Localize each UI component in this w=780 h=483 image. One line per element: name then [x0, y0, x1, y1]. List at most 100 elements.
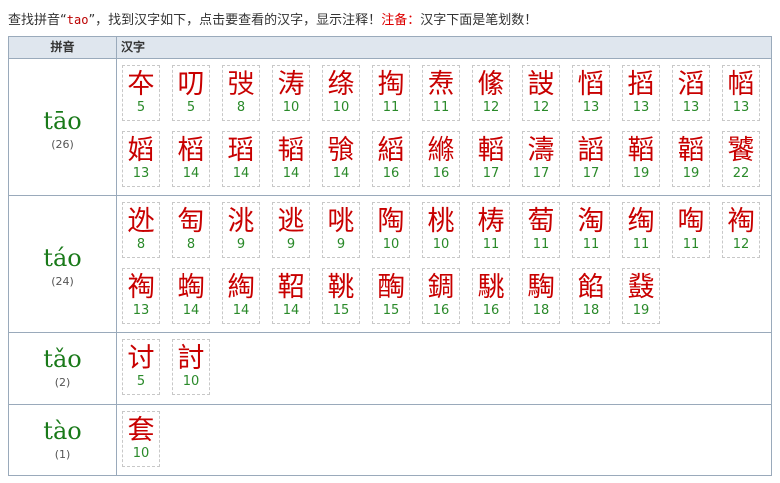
char-item[interactable]: 迯8 — [122, 202, 160, 258]
char-item[interactable]: 裪 12 — [722, 202, 760, 258]
char-item[interactable]: 陶 10 — [372, 202, 410, 258]
char-item[interactable]: 涛 10 — [272, 65, 310, 121]
stroke-count: 10 — [432, 237, 450, 252]
stroke-count: 16 — [382, 166, 400, 181]
stroke-count: 16 — [482, 303, 500, 318]
char-item[interactable]: 弢8 — [222, 65, 260, 121]
stroke-count: 10 — [332, 100, 350, 115]
char-item[interactable]: 淘 11 — [572, 202, 610, 258]
stroke-count: 12 — [482, 100, 500, 115]
char-glyph: 瑫 — [227, 135, 255, 166]
char-glyph: 絛 — [477, 69, 505, 100]
char-item[interactable]: 謟 17 — [572, 131, 610, 187]
char-item[interactable]: 鞀 14 — [272, 268, 310, 324]
char-item[interactable]: 桃 10 — [422, 202, 460, 258]
stroke-count: 11 — [632, 237, 650, 252]
char-item[interactable]: 绦 10 — [322, 65, 360, 121]
char-item[interactable]: 套 10 — [122, 411, 160, 467]
char-item[interactable]: 醄 15 — [372, 268, 410, 324]
stroke-count: 15 — [382, 303, 400, 318]
char-item[interactable]: 幍 13 — [722, 65, 760, 121]
char-glyph: 萄 — [527, 206, 555, 237]
char-item[interactable]: 鞱 19 — [622, 131, 660, 187]
char-item[interactable]: 祹 13 — [122, 268, 160, 324]
char-item[interactable]: 餡 18 — [572, 268, 610, 324]
char-item[interactable]: 詜 12 — [522, 65, 560, 121]
char-item[interactable]: 洮9 — [222, 202, 260, 258]
char-glyph: 餡 — [577, 272, 605, 303]
stroke-count: 5 — [136, 100, 146, 115]
char-item[interactable]: 讨5 — [122, 339, 160, 395]
char-item[interactable]: 夲5 — [122, 65, 160, 121]
pinyin-label: tāo — [43, 107, 82, 135]
stroke-count: 5 — [186, 100, 196, 115]
char-glyph: 鞀 — [277, 272, 305, 303]
char-glyph: 縚 — [377, 135, 405, 166]
stroke-count: 13 — [582, 100, 600, 115]
char-item[interactable]: 绹 11 — [622, 202, 660, 258]
char-glyph: 綯 — [227, 272, 255, 303]
info-suffix: ”，找到汉字如下，点击要查看的汉字，显示注释！ — [88, 13, 382, 28]
char-item[interactable]: 鼗 19 — [622, 268, 660, 324]
char-item[interactable]: 絛 12 — [472, 65, 510, 121]
char-item[interactable]: 駣 16 — [472, 268, 510, 324]
char-item[interactable]: 縧 16 — [422, 131, 460, 187]
char-glyph: 幍 — [727, 69, 755, 100]
stroke-count: 8 — [136, 237, 146, 252]
char-item[interactable]: 饕 22 — [722, 131, 760, 187]
char-item[interactable]: 萄 11 — [522, 202, 560, 258]
char-item[interactable]: 槄 14 — [172, 131, 210, 187]
char-item[interactable]: 討 10 — [172, 339, 210, 395]
char-item[interactable]: 搯 13 — [622, 65, 660, 121]
char-item[interactable]: 啕 11 — [672, 202, 710, 258]
char-item[interactable]: 錭 16 — [422, 268, 460, 324]
char-glyph: 嫍 — [127, 135, 155, 166]
char-glyph: 鞱 — [627, 135, 655, 166]
stroke-count: 11 — [682, 237, 700, 252]
char-item[interactable]: 濤 17 — [522, 131, 560, 187]
stroke-count: 8 — [186, 237, 196, 252]
char-item[interactable]: 韜 19 — [672, 131, 710, 187]
char-count: (24) — [51, 275, 74, 288]
char-glyph: 讨 — [127, 343, 155, 374]
char-item[interactable]: 慆 13 — [572, 65, 610, 121]
info-prefix: 查找拼音“ — [8, 13, 67, 28]
char-item[interactable]: 滔 13 — [672, 65, 710, 121]
pinyin-row: tāo (26) 夲 5 叨 5 弢 8 涛 10 绦 10 掏 11 焘 11 絛 12 詜 12 慆 13 搯 13 滔 13… — [9, 59, 771, 196]
stroke-count: 9 — [286, 237, 296, 252]
char-item[interactable]: 匋8 — [172, 202, 210, 258]
char-item[interactable]: 嫍 13 — [122, 131, 160, 187]
char-glyph: 搯 — [627, 69, 655, 100]
char-item[interactable]: 咷9 — [322, 202, 360, 258]
char-item[interactable]: 韬 14 — [272, 131, 310, 187]
char-item[interactable]: 逃9 — [272, 202, 310, 258]
stroke-count: 11 — [532, 237, 550, 252]
char-glyph: 迯 — [127, 206, 155, 237]
char-glyph: 桃 — [427, 206, 455, 237]
pinyin-row: tǎo (2) 讨 5 討 10 — [9, 333, 771, 405]
stroke-count: 14 — [182, 166, 200, 181]
char-item[interactable]: 梼 11 — [472, 202, 510, 258]
char-glyph: 縧 — [427, 135, 455, 166]
char-item[interactable]: 蜪 14 — [172, 268, 210, 324]
char-item[interactable]: 綯 14 — [222, 268, 260, 324]
char-item[interactable]: 鞉 15 — [322, 268, 360, 324]
stroke-count: 14 — [182, 303, 200, 318]
pinyin-cell: táo (24) — [9, 196, 117, 332]
char-item[interactable]: 騊 18 — [522, 268, 560, 324]
char-item[interactable]: 焘 11 — [422, 65, 460, 121]
char-glyph: 醄 — [377, 272, 405, 303]
char-item[interactable]: 縚 16 — [372, 131, 410, 187]
char-item[interactable]: 轁 17 — [472, 131, 510, 187]
char-glyph: 套 — [127, 415, 155, 446]
stroke-count: 14 — [282, 166, 300, 181]
char-item[interactable]: 瑫 14 — [222, 131, 260, 187]
pinyin-row: táo (24) 迯 8 匋 8 洮 9 逃 9 咷 9 陶 10 桃 10 梼 11 萄 11 淘 11 绹 11 啕 11 裪 1… — [9, 196, 771, 333]
char-item[interactable]: 飸 14 — [322, 131, 360, 187]
search-query: tao — [66, 13, 89, 27]
header-hanzi: 汉字 — [121, 40, 146, 54]
stroke-count: 14 — [282, 303, 300, 318]
char-glyph: 绦 — [327, 69, 355, 100]
char-item[interactable]: 叨5 — [172, 65, 210, 121]
char-item[interactable]: 掏 11 — [372, 65, 410, 121]
